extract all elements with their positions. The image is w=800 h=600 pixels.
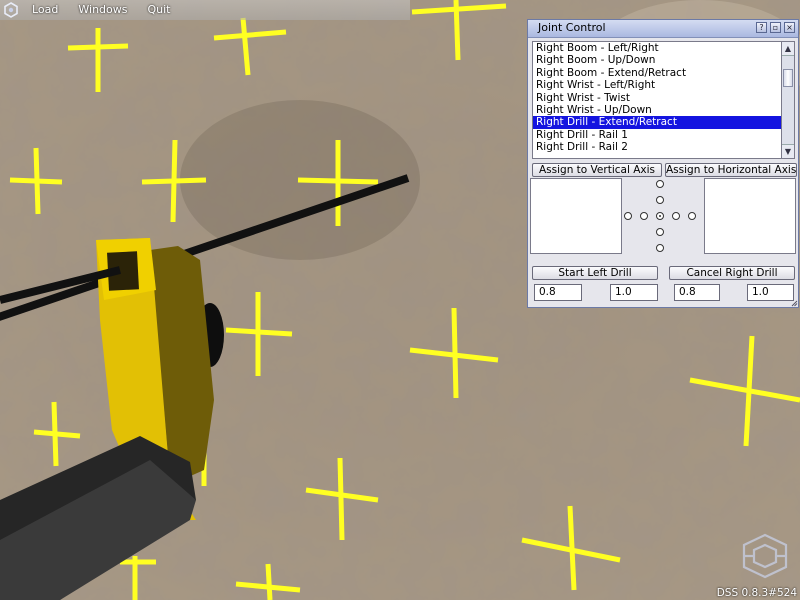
list-item[interactable]: Right Wrist - Up/Down — [533, 104, 782, 116]
joystick-dot-center[interactable] — [656, 212, 664, 220]
right-speed-field[interactable]: 0.8 — [674, 284, 720, 301]
window-title: Joint Control — [538, 21, 606, 34]
menu-load[interactable]: Load — [22, 0, 68, 20]
cancel-right-drill-button[interactable]: Cancel Right Drill — [669, 266, 795, 280]
joystick-dot-left2[interactable] — [624, 212, 632, 220]
scroll-up-arrow-icon[interactable]: ▲ — [782, 42, 794, 56]
right-rate-field[interactable]: 1.0 — [747, 284, 794, 301]
scroll-down-arrow-icon[interactable]: ▼ — [782, 144, 794, 158]
joystick-dot-right2[interactable] — [688, 212, 696, 220]
joystick-dot-up1[interactable] — [656, 196, 664, 204]
assign-horizontal-axis-button[interactable]: Assign to Horizontal Axis — [665, 163, 797, 177]
left-rate-field[interactable]: 1.0 — [610, 284, 658, 301]
list-scrollbar[interactable]: ▲ ▼ — [781, 41, 795, 159]
hexagon-logo-icon — [742, 533, 788, 579]
list-item[interactable]: Right Drill - Rail 1 — [533, 129, 782, 141]
list-item[interactable]: Right Wrist - Twist — [533, 92, 782, 104]
menu-windows[interactable]: Windows — [68, 0, 137, 20]
start-left-drill-button[interactable]: Start Left Drill — [532, 266, 658, 280]
list-item[interactable]: Right Wrist - Left/Right — [533, 79, 782, 91]
list-item[interactable]: Right Drill - Extend/Retract — [533, 116, 782, 129]
window-titlebar[interactable]: Joint Control ? ▫ × — [528, 20, 798, 38]
list-item[interactable]: Right Boom - Extend/Retract — [533, 67, 782, 79]
joystick-dot-down1[interactable] — [656, 228, 664, 236]
resize-grip-icon[interactable] — [791, 300, 798, 307]
joystick-dot-up2[interactable] — [656, 180, 664, 188]
scrollbar-thumb[interactable] — [783, 69, 793, 87]
list-item[interactable]: Right Boom - Left/Right — [533, 42, 782, 54]
horizontal-axis-pad[interactable] — [704, 178, 796, 254]
joint-control-window: Joint Control ? ▫ × Right Boom - Left/Ri… — [527, 19, 799, 308]
menubar: Load Windows Quit — [0, 0, 410, 20]
app-logo-icon[interactable] — [0, 0, 22, 20]
help-button[interactable]: ? — [756, 22, 767, 33]
joystick-dot-left1[interactable] — [640, 212, 648, 220]
minimize-button[interactable]: ▫ — [770, 22, 781, 33]
joystick-dot-right1[interactable] — [672, 212, 680, 220]
version-label: DSS 0.8.3#524 — [716, 587, 797, 599]
menu-quit[interactable]: Quit — [138, 0, 181, 20]
joystick-dot-down2[interactable] — [656, 244, 664, 252]
joint-list[interactable]: Right Boom - Left/Right Right Boom - Up/D… — [532, 41, 783, 159]
vertical-axis-pad[interactable] — [530, 178, 622, 254]
assign-vertical-axis-button[interactable]: Assign to Vertical Axis — [532, 163, 662, 177]
left-speed-field[interactable]: 0.8 — [534, 284, 582, 301]
list-item[interactable]: Right Drill - Rail 2 — [533, 141, 782, 153]
list-item[interactable]: Right Boom - Up/Down — [533, 54, 782, 66]
close-button[interactable]: × — [784, 22, 795, 33]
